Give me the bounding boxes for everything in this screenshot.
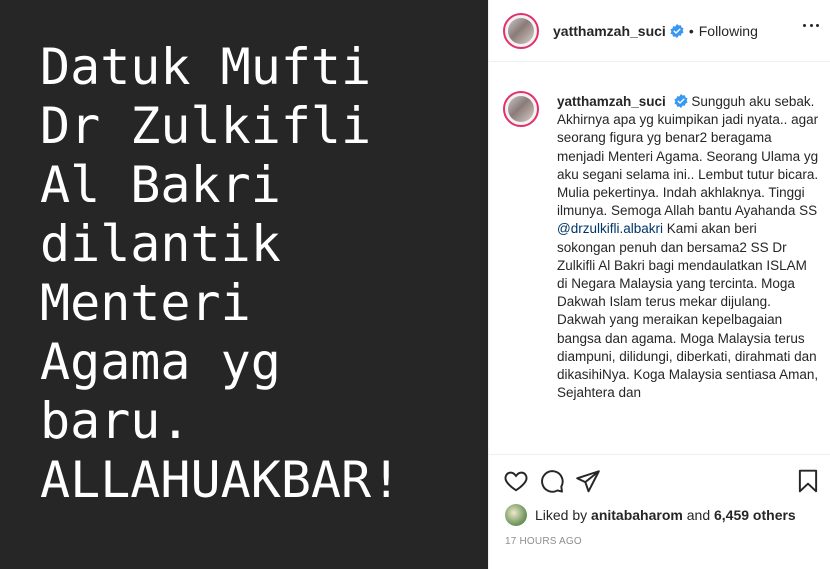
comment-icon[interactable] bbox=[539, 468, 565, 494]
bookmark-icon[interactable] bbox=[795, 468, 821, 494]
caption-text: Sungguh aku sebak. Akhirnya apa yg kuimp… bbox=[557, 94, 819, 219]
image-text-line: Datuk Mufti bbox=[40, 38, 372, 96]
author-username[interactable]: yatthamzah_suci bbox=[553, 23, 666, 39]
post-side-panel: yatthamzah_suci • Following yatthamzah_s… bbox=[488, 0, 830, 569]
verified-icon bbox=[674, 94, 688, 108]
post-image-text: Datuk Mufti Dr Zulkifli Al Bakri dilanti… bbox=[40, 38, 480, 510]
more-icon[interactable] bbox=[803, 24, 819, 28]
likes-summary: Liked by anitabaharom and 6,459 others bbox=[505, 504, 796, 526]
caption-username[interactable]: yatthamzah_suci bbox=[557, 94, 666, 109]
caption-text-continued: Kami akan beri sokongan penuh dan bersam… bbox=[557, 221, 819, 401]
likes-prefix: Liked by bbox=[535, 507, 588, 523]
image-text-line: Al Bakri bbox=[40, 156, 281, 214]
share-icon[interactable] bbox=[575, 468, 601, 494]
separator-dot: • bbox=[688, 22, 694, 39]
author-avatar[interactable] bbox=[503, 12, 539, 49]
likes-count-link[interactable]: 6,459 others bbox=[714, 507, 796, 523]
image-text-line: baru. bbox=[40, 392, 191, 450]
caption-mention-link[interactable]: @drzulkifli.albakri bbox=[557, 221, 663, 236]
header-user-info: yatthamzah_suci • Following bbox=[553, 23, 758, 39]
image-text-line: Menteri bbox=[40, 274, 251, 332]
image-text-line: dilantik bbox=[40, 215, 281, 273]
image-text-line: ALLAHUAKBAR! bbox=[40, 451, 402, 509]
image-text-line: Dr Zulkifli bbox=[40, 97, 372, 155]
action-bar bbox=[489, 462, 830, 502]
image-text-line: Agama yg bbox=[40, 333, 281, 391]
liker-username[interactable]: anitabaharom bbox=[591, 507, 683, 523]
verified-icon bbox=[670, 23, 684, 38]
heart-icon[interactable] bbox=[503, 468, 529, 494]
caption-avatar[interactable] bbox=[503, 91, 539, 127]
post-timestamp[interactable]: 17 HOURS AGO bbox=[505, 536, 582, 547]
likes-middle: and bbox=[686, 507, 711, 523]
post-caption: yatthamzah_suci Sungguh aku sebak. Akhir… bbox=[557, 93, 819, 402]
post-image[interactable]: Datuk Mufti Dr Zulkifli Al Bakri dilanti… bbox=[0, 0, 488, 569]
liker-avatar[interactable] bbox=[505, 504, 527, 526]
post-header: yatthamzah_suci • Following bbox=[489, 0, 830, 62]
comments-area: yatthamzah_suci Sungguh aku sebak. Akhir… bbox=[489, 75, 830, 455]
following-button[interactable]: Following bbox=[699, 23, 758, 39]
